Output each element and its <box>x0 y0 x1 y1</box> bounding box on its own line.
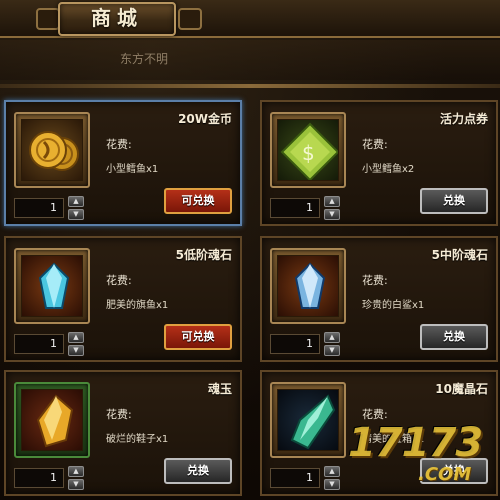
quantity-input[interactable]: 1 <box>270 468 320 488</box>
increment-button[interactable]: ▲ <box>68 466 84 477</box>
quantity-input[interactable]: 1 <box>270 334 320 354</box>
cost-label: 花费: <box>362 138 388 151</box>
increment-button[interactable]: ▲ <box>68 332 84 343</box>
cost-label: 花费: <box>106 274 132 287</box>
item-icon-frame <box>14 112 90 188</box>
decrement-button[interactable]: ▼ <box>324 345 340 356</box>
increment-button[interactable]: ▲ <box>324 196 340 207</box>
quantity-stepper[interactable]: ▲ ▼ <box>68 196 84 220</box>
item-name: 魂玉 <box>207 382 232 396</box>
orange-soul-jade-icon <box>21 389 83 451</box>
subtitle: 东方不明 <box>120 52 169 66</box>
cost-item: 小型鳕鱼x2 <box>362 164 415 175</box>
shop-item-card[interactable]: 20W金币 花费: 小型鳕鱼x1 1 ▲ ▼ 可兑换 <box>4 100 242 226</box>
item-name: 5中阶魂石 <box>431 248 488 262</box>
blue-soul-stone-icon <box>21 255 83 317</box>
item-icon-frame <box>270 382 346 458</box>
item-name: 5低阶魂石 <box>175 248 232 262</box>
svg-text:$: $ <box>302 141 315 165</box>
quantity-input[interactable]: 1 <box>14 334 64 354</box>
quantity-stepper[interactable]: ▲ ▼ <box>324 196 340 220</box>
exchange-button[interactable]: 兑换 <box>420 324 488 350</box>
quantity-input[interactable]: 1 <box>14 468 64 488</box>
increment-button[interactable]: ▲ <box>68 196 84 207</box>
item-icon-frame <box>270 248 346 324</box>
item-name: 20W金币 <box>178 112 232 126</box>
decrement-button[interactable]: ▼ <box>68 479 84 490</box>
increment-button[interactable]: ▲ <box>324 466 340 477</box>
item-icon-frame <box>14 382 90 458</box>
cost-label: 花费: <box>106 408 132 421</box>
shop-item-card[interactable]: 5低阶魂石 花费: 肥美的旗鱼x1 1 ▲ ▼ 可兑换 <box>4 236 242 362</box>
exchange-button[interactable]: 可兑换 <box>164 188 232 214</box>
decrement-button[interactable]: ▼ <box>68 345 84 356</box>
item-icon-frame <box>14 248 90 324</box>
title-ornament-left <box>36 8 60 30</box>
cost-item: 小型鳕鱼x1 <box>106 164 159 175</box>
exchange-button[interactable]: 兑换 <box>420 188 488 214</box>
blue-soul-stone-icon <box>277 255 339 317</box>
shop-item-card[interactable]: 5中阶魂石 花费: 珍贵的白鲨x1 1 ▲ ▼ 兑换 <box>260 236 498 362</box>
quantity-input[interactable]: 1 <box>14 198 64 218</box>
exchange-button[interactable]: 兑换 <box>164 458 232 484</box>
subtitle-strip <box>0 40 500 80</box>
cost-item: 破烂的鞋子x1 <box>106 434 169 445</box>
green-magic-crystal-icon <box>277 389 339 451</box>
quantity-stepper[interactable]: ▲ ▼ <box>324 332 340 356</box>
watermark-logo-suffix: .COM <box>418 464 472 485</box>
exchange-button[interactable]: 可兑换 <box>164 324 232 350</box>
item-name: 10魔晶石 <box>435 382 488 396</box>
shop-item-card[interactable]: 魂玉 花费: 破烂的鞋子x1 1 ▲ ▼ 兑换 <box>4 370 242 496</box>
page-title: 商城 <box>58 2 176 36</box>
title-ornament-right <box>178 8 202 30</box>
item-icon-frame: $ <box>270 112 346 188</box>
header-bar: 商城 <box>0 0 500 38</box>
cost-label: 花费: <box>362 274 388 287</box>
increment-button[interactable]: ▲ <box>324 332 340 343</box>
quantity-stepper[interactable]: ▲ ▼ <box>324 466 340 490</box>
cost-item: 珍贵的白鲨x1 <box>362 300 425 311</box>
decrement-button[interactable]: ▼ <box>324 209 340 220</box>
cost-item: 肥美的旗鱼x1 <box>106 300 169 311</box>
shop-item-card[interactable]: $ 活力点券 花费: 小型鳕鱼x2 1 ▲ ▼ 兑换 <box>260 100 498 226</box>
item-name: 活力点券 <box>439 112 488 126</box>
green-voucher-icon: $ <box>277 119 339 181</box>
quantity-input[interactable]: 1 <box>270 198 320 218</box>
decrement-button[interactable]: ▼ <box>68 209 84 220</box>
cost-label: 花费: <box>106 138 132 151</box>
quantity-stepper[interactable]: ▲ ▼ <box>68 332 84 356</box>
divider <box>0 84 500 88</box>
watermark-logo: 17173 <box>348 420 483 466</box>
quantity-stepper[interactable]: ▲ ▼ <box>68 466 84 490</box>
decrement-button[interactable]: ▼ <box>324 479 340 490</box>
gold-coins-icon <box>21 119 83 181</box>
